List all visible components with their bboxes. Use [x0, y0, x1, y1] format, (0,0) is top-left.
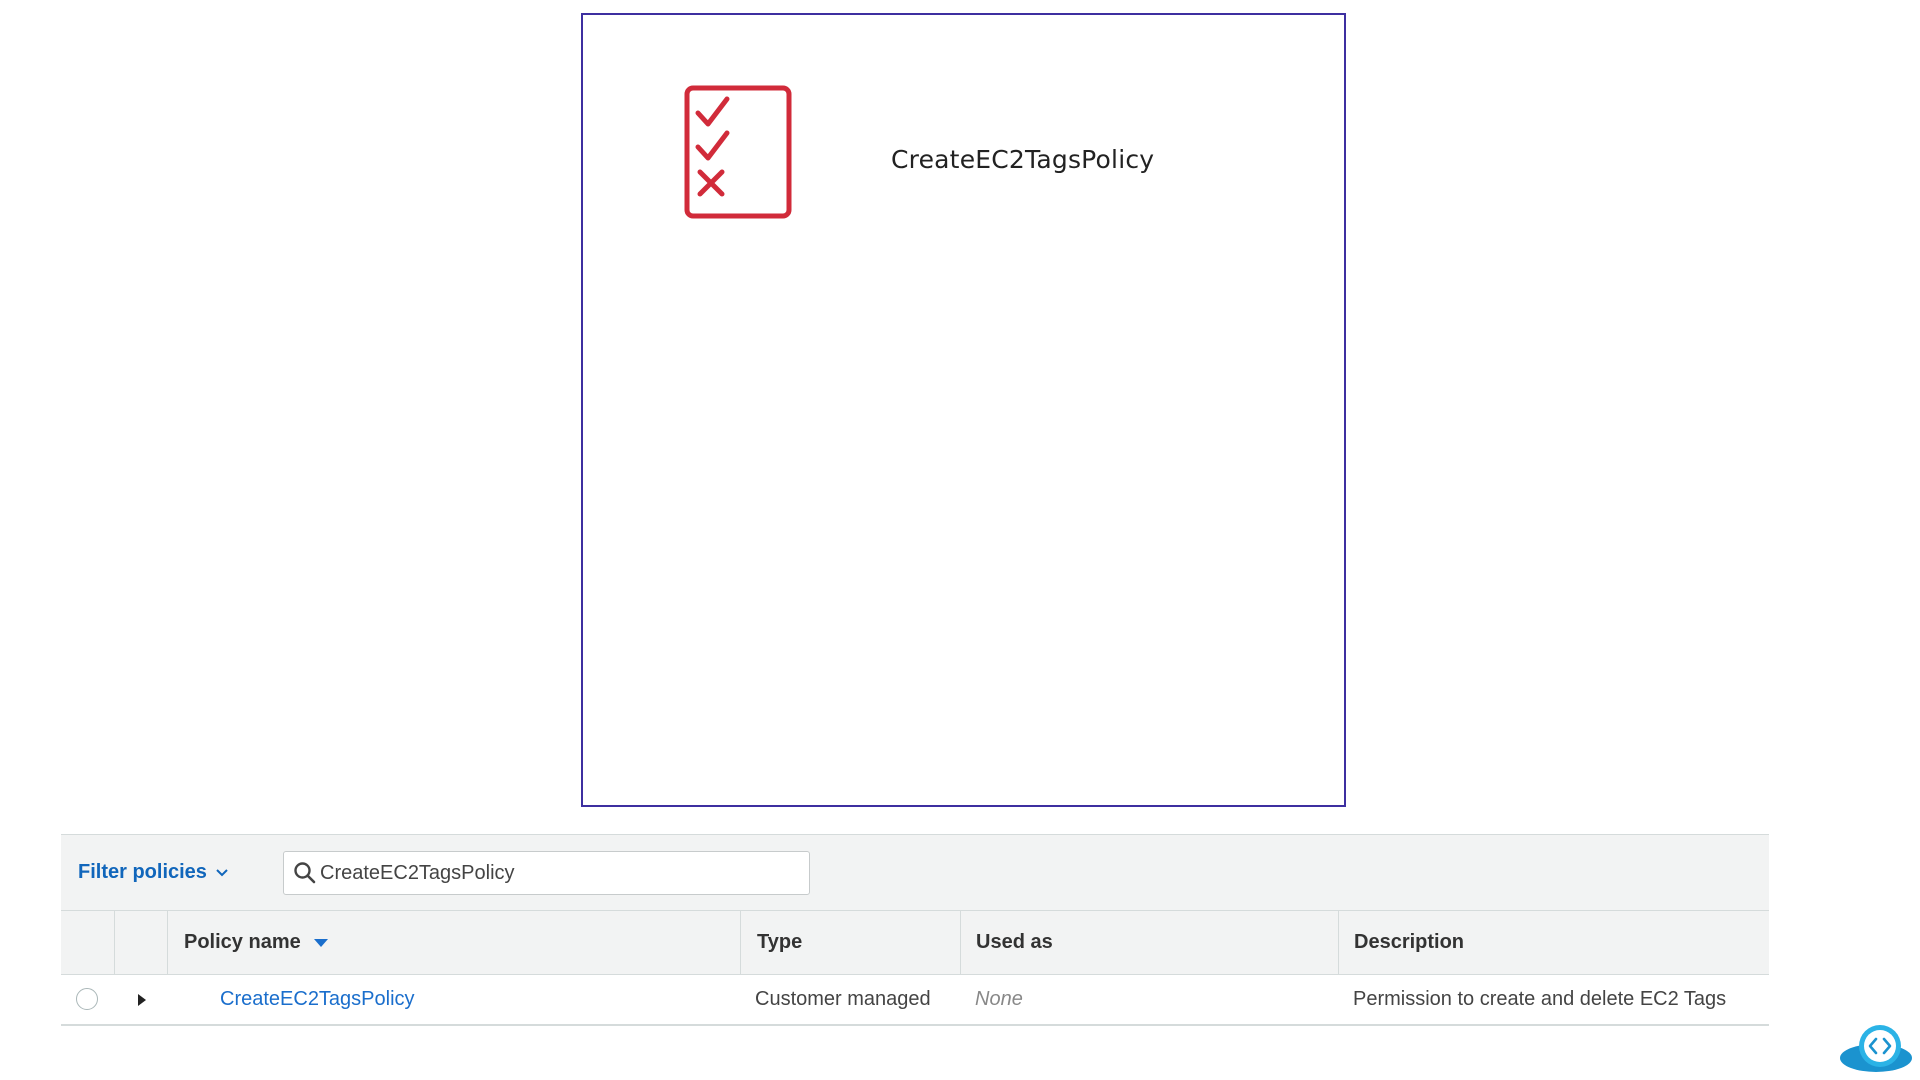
row-select-radio[interactable]: [76, 988, 98, 1010]
policy-type: Customer managed: [755, 988, 931, 1010]
column-divider: [167, 911, 168, 974]
search-box[interactable]: [283, 851, 810, 895]
column-divider: [740, 911, 741, 974]
policy-description: Permission to create and delete EC2 Tags: [1353, 988, 1727, 1010]
table-row[interactable]: CreateEC2TagsPolicy Customer managed Non…: [61, 975, 1769, 1026]
policy-used-as: None: [975, 988, 1023, 1010]
column-header-description[interactable]: Description: [1354, 911, 1464, 974]
search-icon: [293, 861, 317, 890]
cloud-code-icon: [1838, 1022, 1914, 1079]
column-divider: [114, 911, 115, 974]
policy-checklist-icon: [684, 85, 792, 224]
expand-row-icon[interactable]: [137, 993, 147, 1012]
column-header-used-as[interactable]: Used as: [976, 911, 1053, 974]
chevron-down-icon: [215, 861, 229, 884]
diagram-title: CreateEC2TagsPolicy: [891, 145, 1155, 174]
column-divider: [1338, 911, 1339, 974]
column-divider: [960, 911, 961, 974]
diagram-frame: CreateEC2TagsPolicy: [581, 13, 1346, 807]
sort-descending-icon: [313, 911, 329, 974]
search-input[interactable]: [320, 858, 800, 888]
column-header-label: Policy name: [184, 931, 301, 953]
filter-policies-label: Filter policies: [78, 861, 207, 883]
policy-table-panel: Filter policies Policy name Type Used as: [61, 834, 1769, 1026]
column-header-type[interactable]: Type: [757, 911, 802, 974]
filter-bar: Filter policies: [61, 834, 1769, 911]
table-header: Policy name Type Used as Description: [61, 911, 1769, 975]
column-header-policy-name[interactable]: Policy name: [184, 911, 329, 974]
policy-name-link[interactable]: CreateEC2TagsPolicy: [220, 975, 415, 1024]
filter-policies-dropdown[interactable]: Filter policies: [78, 861, 229, 884]
